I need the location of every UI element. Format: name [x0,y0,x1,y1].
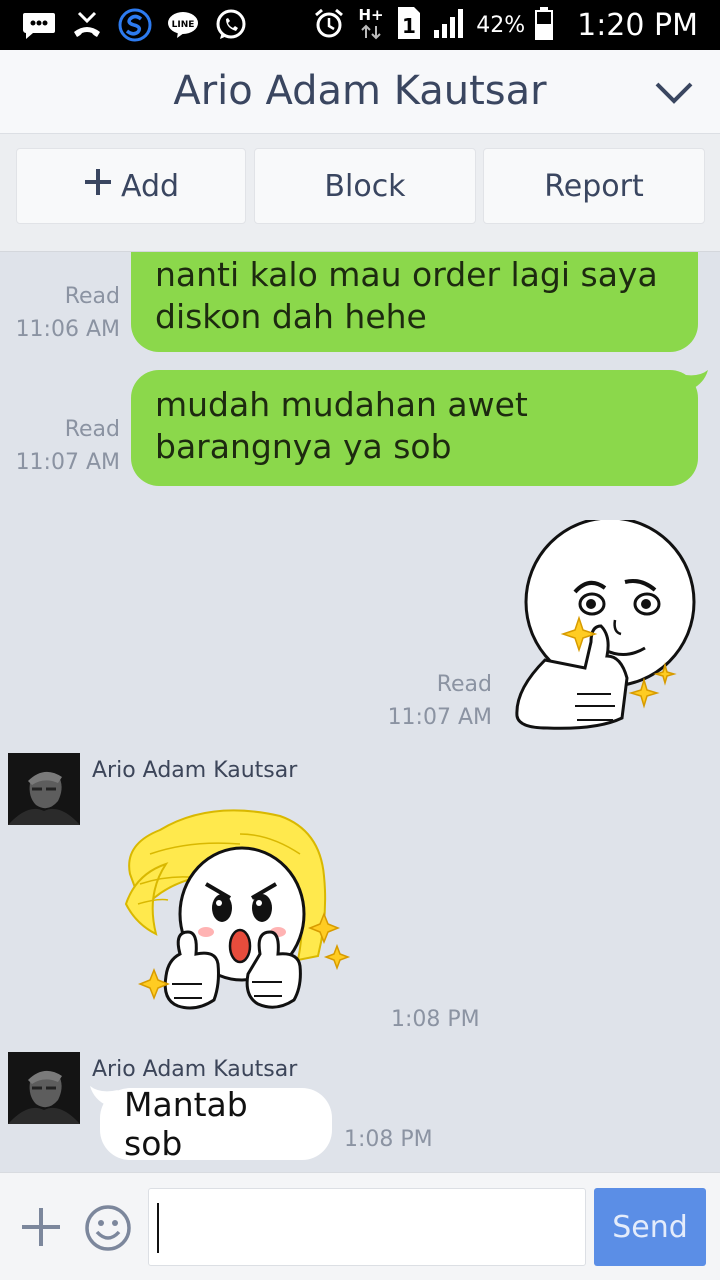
message-meta: Read 11:06 AM [14,280,120,346]
svg-text:LINE: LINE [172,20,195,30]
send-button[interactable]: Send [594,1188,706,1266]
line-icon: LINE [166,8,200,42]
notification-icons: LINE [22,8,248,42]
outgoing-message-bubble[interactable]: mudah mudahan awet barangnya ya sob [131,370,698,486]
attach-plus-icon[interactable] [20,1206,62,1252]
message-text-line: diskon dah hehe [155,297,427,336]
plus-icon [83,167,113,205]
system-status: H+ 1 42% 1:20 PM [312,6,698,44]
message-time: 1:08 PM [344,1127,433,1152]
block-label: Block [324,168,406,204]
signal-icon [432,6,466,44]
send-label: Send [612,1209,688,1245]
moon-thumbs-up-sticker[interactable] [505,520,705,740]
chat-header: Ario Adam Kautsar [0,50,720,134]
message-text-line: barangnya ya sob [155,427,452,466]
sim-slot: 1 [402,14,416,38]
network-type: H+ [359,6,384,24]
read-status: Read [436,672,492,697]
sender-name: Ario Adam Kautsar [92,758,298,783]
chevron-down-icon[interactable] [654,78,694,110]
message-meta: Read 11:07 AM [380,668,492,734]
battery-icon [535,6,554,44]
s-app-icon [118,8,152,42]
clock: 1:20 PM [577,7,698,43]
data-icon: H+ [356,5,386,45]
whatsapp-icon [214,8,248,42]
missed-call-icon [70,8,104,42]
battery-percent: 42% [476,12,526,38]
message-text-line: mudah mudahan awet [155,385,528,424]
read-status: Read [64,284,120,309]
message-time: 11:07 AM [387,705,492,730]
contact-actions-bar: Add Block Report [0,134,720,252]
sim-icon: 1 [396,5,422,45]
message-time: 1:08 PM [391,1007,480,1032]
message-text: Mantab sob [124,1085,248,1163]
sender-name: Ario Adam Kautsar [92,1057,298,1082]
message-input-bar: Send [0,1172,720,1280]
avatar[interactable] [8,1052,80,1124]
emoji-icon[interactable] [84,1204,132,1256]
bubble-tail-icon [680,370,708,390]
message-meta: Read 11:07 AM [14,413,120,479]
chat-title: Ario Adam Kautsar [173,68,547,114]
avatar[interactable] [8,753,80,825]
message-time: 11:07 AM [15,450,120,475]
report-button[interactable]: Report [483,148,705,224]
outgoing-message-bubble[interactable]: nanti kalo mau order lagi saya diskon da… [131,252,698,352]
read-status: Read [64,417,120,442]
message-list[interactable]: Read 11:06 AM nanti kalo mau order lagi … [0,252,720,1172]
report-label: Report [544,168,644,204]
block-button[interactable]: Block [254,148,476,224]
message-text-line: nanti kalo mau order lagi saya [155,255,658,294]
add-friend-button[interactable]: Add [16,148,246,224]
message-input[interactable] [148,1188,586,1266]
message-time: 11:06 AM [15,317,120,342]
status-bar: LINE H+ 1 42% 1:20 PM [0,0,720,50]
alarm-icon [312,6,346,44]
incoming-message-bubble[interactable]: Mantab sob [100,1085,332,1163]
cony-thumbs-up-sticker[interactable] [120,804,352,1038]
add-label: Add [120,168,180,204]
text-caret [157,1203,159,1253]
messages-icon [22,8,56,42]
